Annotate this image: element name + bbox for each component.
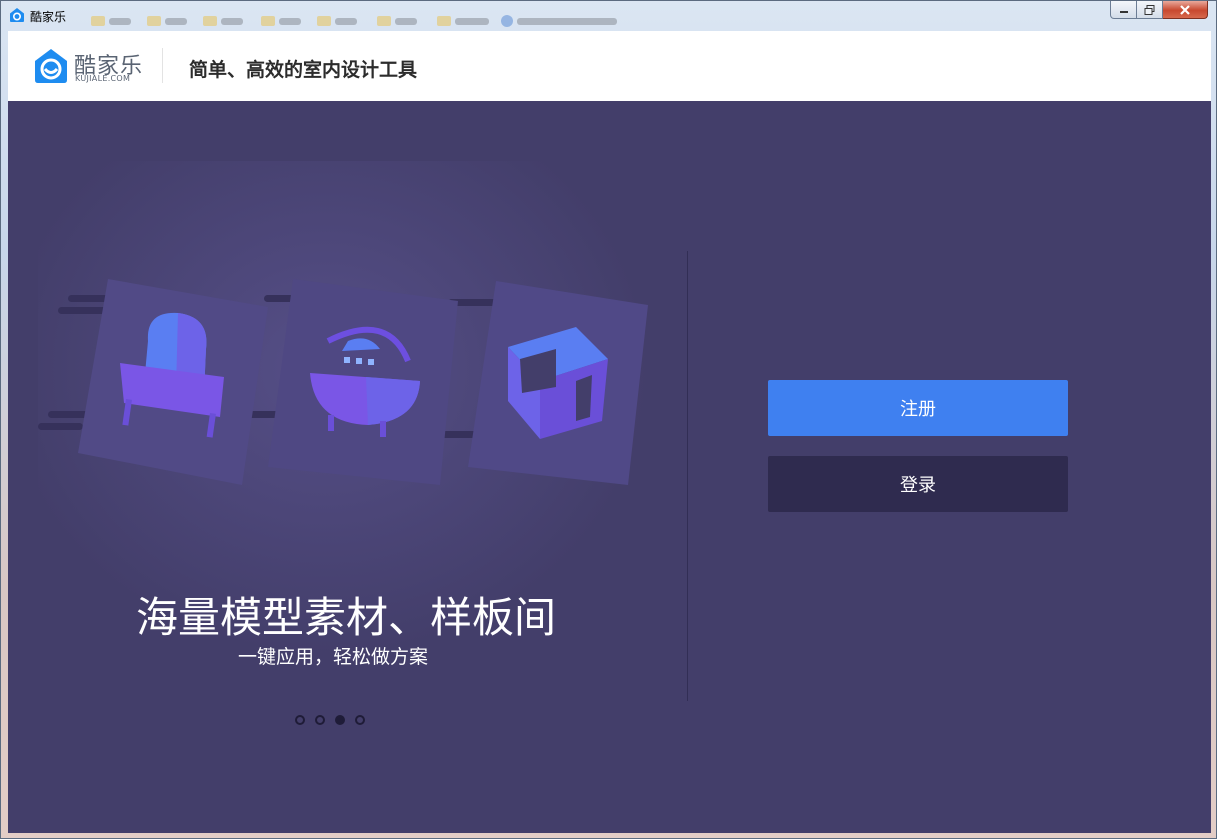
app-client-area: 酷家乐 KUJIALE.COM 简单、高效的室内设计工具 海量模型素材、样板间 …: [8, 31, 1211, 833]
armchair-card: [78, 279, 268, 485]
carousel-dot-2[interactable]: [315, 715, 325, 725]
header-tagline: 简单、高效的室内设计工具: [189, 59, 418, 81]
login-button[interactable]: 登录: [768, 456, 1068, 512]
maximize-button[interactable]: [1137, 1, 1163, 19]
window-title: 酷家乐: [30, 10, 67, 24]
close-button[interactable]: [1163, 1, 1208, 19]
minimize-icon: [1119, 10, 1128, 13]
carousel-headline: 海量模型素材、样板间: [136, 593, 557, 642]
maximize-icon: [1144, 4, 1154, 15]
bathtub-card: [268, 279, 458, 485]
window-caption-buttons: [1110, 1, 1208, 21]
carousel-subline: 一键应用，轻松做方案: [238, 646, 429, 668]
register-button[interactable]: 注册: [768, 380, 1068, 436]
minimize-button[interactable]: [1110, 1, 1137, 19]
close-icon: [1180, 4, 1190, 15]
header-divider: [162, 48, 163, 83]
carousel-dot-3[interactable]: [335, 715, 345, 725]
room-cube-card: [468, 281, 648, 485]
carousel-pagination: [295, 715, 365, 725]
carousel-illustration: [38, 279, 648, 485]
welcome-panel: 海量模型素材、样板间 一键应用，轻松做方案 注册 登录: [8, 101, 1211, 833]
carousel-dot-1[interactable]: [295, 715, 305, 725]
kujiale-logo[interactable]: 酷家乐 KUJIALE.COM: [33, 47, 143, 87]
vertical-divider: [687, 251, 688, 701]
app-header: 酷家乐 KUJIALE.COM 简单、高效的室内设计工具: [8, 31, 1211, 101]
title-bar[interactable]: 酷家乐: [1, 1, 1216, 31]
house-smile-icon: [35, 49, 67, 83]
logo-english-text: KUJIALE.COM: [75, 74, 131, 83]
carousel-dot-4[interactable]: [355, 715, 365, 725]
kujiale-app-icon: [10, 8, 24, 22]
app-window: 酷家乐 酷家乐 KUJIALE.COM 简单、高效的室内设计工具 海量模型素材、…: [0, 0, 1217, 839]
